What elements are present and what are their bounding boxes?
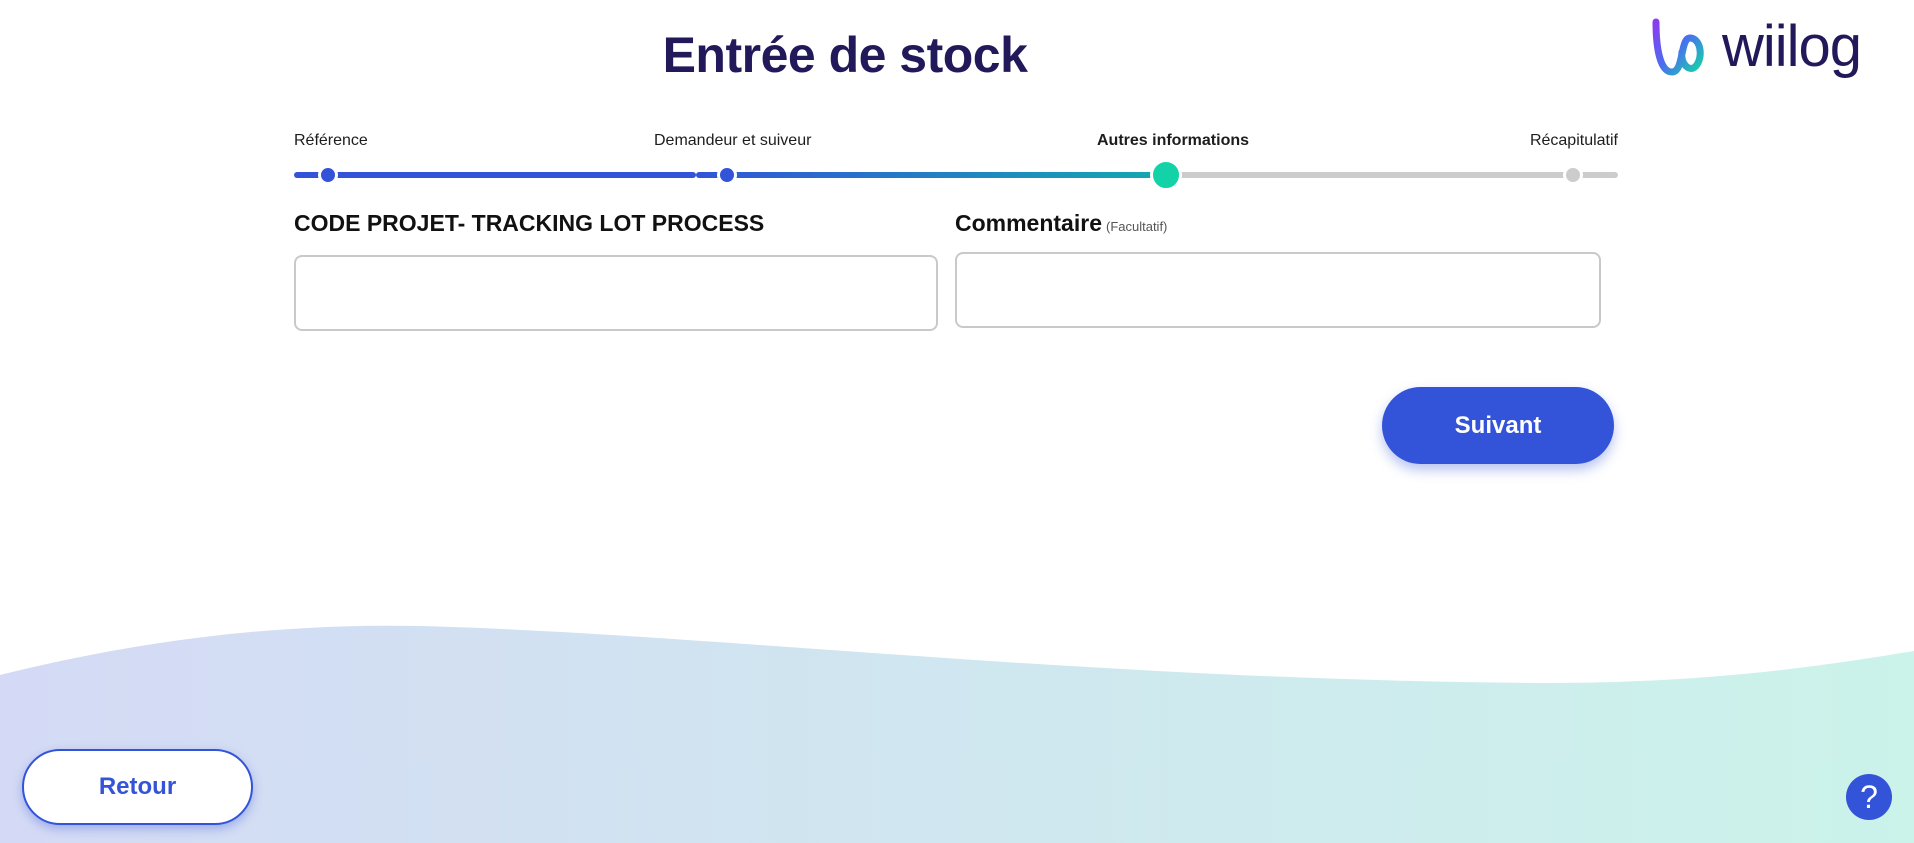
- project-code-label: CODE PROJET- TRACKING LOT PROCESS: [294, 210, 765, 236]
- step-dot-reference[interactable]: [318, 165, 338, 185]
- optional-hint: (Facultatif): [1105, 219, 1168, 234]
- back-button[interactable]: Retour: [22, 749, 253, 825]
- wiilog-logo-icon: [1652, 18, 1704, 76]
- progress-stepper: Référence Demandeur et suiveur Autres in…: [294, 130, 1618, 191]
- page: Entrée de stock wiilog Référence Demande…: [0, 0, 1914, 843]
- step-label-recapitulatif: Récapitulatif: [1529, 132, 1618, 149]
- step-track-progress: [696, 172, 1162, 178]
- next-button[interactable]: Suivant: [1382, 387, 1614, 464]
- wiilog-logo: wiilog: [1650, 14, 1862, 79]
- step-label-demandeur: Demandeur et suiveur: [654, 132, 812, 149]
- step-dot-autres-informations[interactable]: [1150, 159, 1182, 191]
- comment-label: Commentaire (Facultatif): [955, 210, 1168, 236]
- logo-text: wiilog: [1722, 14, 1862, 79]
- project-code-input[interactable]: [294, 255, 938, 331]
- step-label-autres-informations: Autres informations: [1097, 132, 1250, 149]
- step-dot-recapitulatif[interactable]: [1563, 165, 1583, 185]
- step-dot-demandeur[interactable]: [717, 165, 737, 185]
- question-mark-icon[interactable]: ?: [1846, 774, 1892, 820]
- step-track-done: [294, 172, 696, 178]
- comment-input[interactable]: [955, 252, 1601, 328]
- background-wave: [0, 625, 1914, 843]
- page-title: Entrée de stock: [662, 27, 1028, 83]
- step-track-pending: [1162, 172, 1618, 178]
- step-label-reference: Référence: [294, 132, 368, 149]
